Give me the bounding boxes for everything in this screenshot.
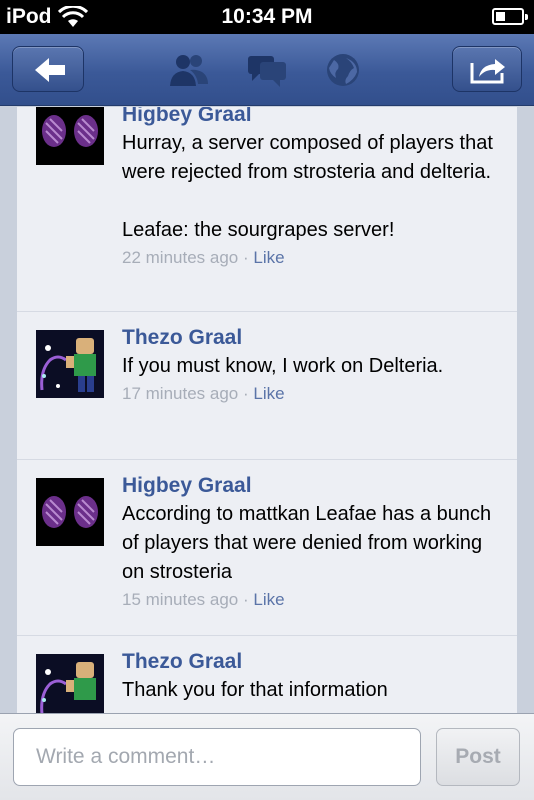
comment-author[interactable]: Higbey Graal	[122, 107, 505, 129]
comment-meta: 17 minutes ago · Like	[122, 382, 505, 406]
friends-icon[interactable]	[166, 50, 212, 90]
like-link[interactable]: Like	[253, 590, 284, 609]
globe-icon[interactable]	[320, 50, 366, 90]
comment-item: Thezo Graal Thank you for that informati…	[17, 636, 517, 713]
status-bar: iPod 10:34 PM	[0, 0, 534, 34]
avatar[interactable]	[36, 330, 104, 398]
comment-author[interactable]: Thezo Graal	[122, 324, 505, 352]
like-link[interactable]: Like	[253, 248, 284, 267]
comment-meta: 22 minutes ago · Like	[122, 246, 505, 270]
clock: 10:34 PM	[221, 5, 313, 28]
comment-author[interactable]: Thezo Graal	[122, 648, 505, 676]
comment-composer: Post	[0, 713, 534, 800]
meta-separator: ·	[238, 248, 254, 267]
comment-author[interactable]: Higbey Graal	[122, 472, 505, 500]
battery-icon	[492, 8, 528, 25]
avatar[interactable]	[36, 107, 104, 165]
nav-bar	[0, 34, 534, 106]
comment-item: Higbey Graal Hurray, a server composed o…	[17, 107, 517, 312]
comment-time: 15 minutes ago	[122, 590, 239, 609]
back-button[interactable]	[12, 46, 84, 92]
comment-text: Hurray, a server composed of players tha…	[122, 132, 493, 241]
comment-text: If you must know, I work on Delteria.	[122, 355, 444, 377]
meta-separator: ·	[238, 384, 254, 403]
comment-input[interactable]	[13, 728, 421, 786]
share-button[interactable]	[452, 46, 522, 92]
messages-icon[interactable]	[244, 50, 290, 90]
meta-separator: ·	[238, 590, 254, 609]
comment-meta: 15 minutes ago · Like	[122, 588, 505, 612]
comment-item: Thezo Graal If you must know, I work on …	[17, 312, 517, 460]
comment-text: Thank you for that information	[122, 679, 388, 701]
share-icon	[470, 59, 505, 84]
avatar[interactable]	[36, 478, 104, 546]
comment-item: Higbey Graal According to mattkan Leafae…	[17, 460, 517, 636]
avatar[interactable]	[36, 654, 104, 713]
like-link[interactable]: Like	[253, 384, 284, 403]
post-button[interactable]: Post	[436, 728, 520, 786]
comment-time: 17 minutes ago	[122, 384, 239, 403]
back-arrow-icon	[35, 58, 65, 82]
comment-feed[interactable]: Higbey Graal Hurray, a server composed o…	[17, 107, 517, 713]
comment-time: 22 minutes ago	[122, 248, 239, 267]
comment-text: According to mattkan Leafae has a bunch …	[122, 503, 497, 583]
